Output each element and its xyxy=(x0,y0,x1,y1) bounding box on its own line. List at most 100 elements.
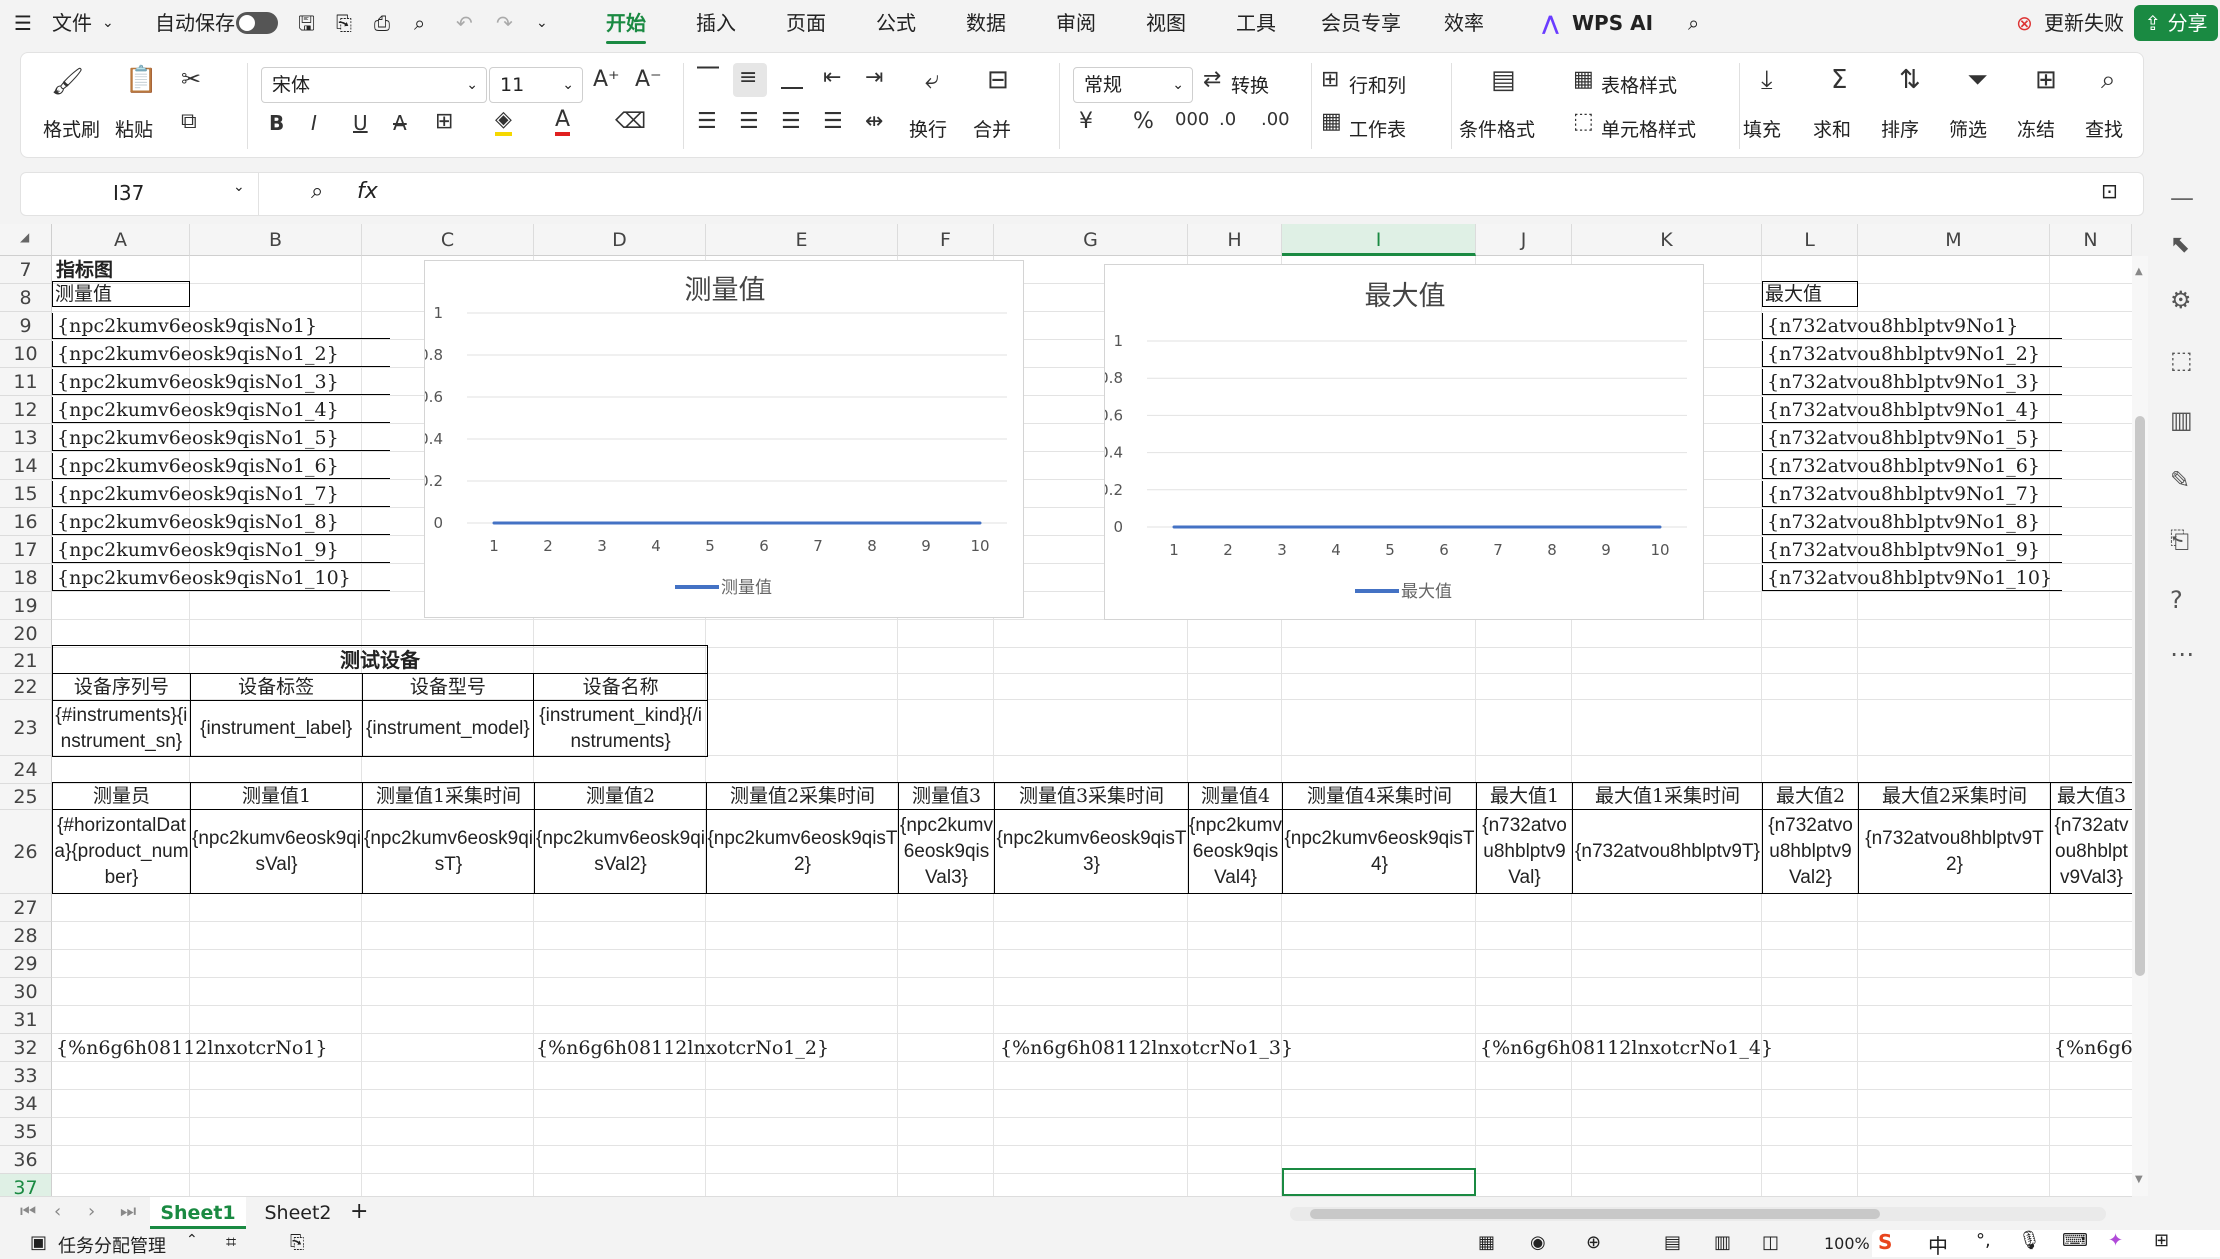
cell-row32-5[interactable]: {%n6g6h xyxy=(2054,1035,2132,1061)
row-header-15[interactable]: 15 xyxy=(0,480,52,508)
first-sheet-icon[interactable]: ⏮ xyxy=(20,1201,36,1222)
data-header-4[interactable]: 测量值2 xyxy=(534,782,707,810)
cell-max-4[interactable]: {n732atvou8hblptv9No1_4} xyxy=(1762,397,2062,423)
convert-label[interactable]: 转换 xyxy=(1231,71,1269,98)
percent-icon[interactable]: % xyxy=(1133,109,1154,134)
cond-format-icon[interactable]: ▤ xyxy=(1491,65,1516,95)
col-header-j[interactable]: J xyxy=(1476,224,1572,256)
sort-label[interactable]: 排序 xyxy=(1881,115,1919,142)
data-value-5[interactable]: {npc2kumv6eosk9qisT2} xyxy=(706,809,899,894)
row-header-25[interactable]: 25 xyxy=(0,784,52,810)
cell-row32-4[interactable]: {%n6g6h08112lnxotcrNo1_4} xyxy=(1480,1035,1773,1061)
zoom-level[interactable]: 100% xyxy=(1824,1234,1870,1253)
col-header-i[interactable]: I xyxy=(1282,224,1476,256)
chart-max[interactable]: 最大值 0 0.2 0.4 0.6 0.8 1 1 2 3 4 5 6 7 8 9 10 最大值 xyxy=(1099,264,1704,620)
row-header-8[interactable]: 8 xyxy=(0,284,52,312)
row-header-34[interactable]: 34 xyxy=(0,1090,52,1118)
more-icon[interactable]: ⋯ xyxy=(2170,640,2194,668)
border-icon[interactable]: ⊞ xyxy=(435,109,453,134)
cell-measure-9[interactable]: {npc2kumv6eosk9qisNo1_9} xyxy=(52,537,390,563)
macro-icon[interactable]: ⌗ xyxy=(226,1232,236,1253)
more-chevron-icon[interactable]: ⌄ xyxy=(536,8,548,38)
data-value-13[interactable]: {n732atvou8hblptv9T2} xyxy=(1858,809,2051,894)
cell-row32-1[interactable]: {%n6g6h08112lnxotcrNo1} xyxy=(56,1035,327,1061)
skin-icon[interactable]: ✦ xyxy=(2108,1230,2123,1251)
row-col-icon[interactable]: ⊞ xyxy=(1321,67,1339,92)
freeze-label[interactable]: 冻结 xyxy=(2017,115,2055,142)
data-header-10[interactable]: 最大值1 xyxy=(1476,782,1573,810)
reading-icon[interactable]: ◫ xyxy=(1762,1232,1779,1253)
equipment-header-4[interactable]: 设备名称 xyxy=(533,673,708,701)
undo-icon[interactable]: ↶ xyxy=(456,8,473,38)
normal-view-icon[interactable]: ▦ xyxy=(1478,1232,1495,1253)
book-icon[interactable]: ⎗ xyxy=(2170,526,2189,554)
chart-tool-icon[interactable]: ▥ xyxy=(2170,406,2193,434)
row-header-20[interactable]: 20 xyxy=(0,620,52,648)
data-value-2[interactable]: {npc2kumv6eosk9qisVal} xyxy=(190,809,363,894)
expand-formula-icon[interactable]: ⊡ xyxy=(2101,179,2118,203)
data-header-14[interactable]: 最大值3 xyxy=(2050,782,2132,810)
fill-color-icon[interactable]: ◈ xyxy=(495,107,512,136)
keyboard-icon[interactable]: ⌨ xyxy=(2062,1230,2088,1251)
vertical-scrollbar[interactable]: ▲ ▼ xyxy=(2132,256,2148,1196)
sort-icon[interactable]: ⇅ xyxy=(1899,65,1921,95)
align-top-icon[interactable]: ⎺ xyxy=(697,65,719,90)
row-header-16[interactable]: 16 xyxy=(0,508,52,536)
currency-icon[interactable]: ¥ xyxy=(1079,109,1093,134)
ime-mode[interactable]: 中 xyxy=(1928,1230,1948,1259)
sheet-tab-sheet2[interactable]: Sheet2 xyxy=(250,1197,346,1229)
format-painter-label[interactable]: 格式刷 xyxy=(43,115,100,142)
strikethrough-icon[interactable]: A xyxy=(393,111,407,135)
row-header-29[interactable]: 29 xyxy=(0,950,52,978)
row-header-33[interactable]: 33 xyxy=(0,1062,52,1090)
zoom-formula-icon[interactable]: ⌕ xyxy=(311,179,323,204)
row-header-13[interactable]: 13 xyxy=(0,424,52,452)
sheet-grid[interactable]: ◢ ABCDEFGHIJKLMN 7 8 9 10 11 12 13 14 15 16 17 18 19… xyxy=(0,224,2132,1196)
autosave-toggle[interactable] xyxy=(236,12,278,34)
col-header-f[interactable]: F xyxy=(898,224,994,256)
data-value-9[interactable]: {npc2kumv6eosk9qisT4} xyxy=(1282,809,1477,894)
col-header-m[interactable]: M xyxy=(1858,224,2050,256)
row-header-27[interactable]: 27 xyxy=(0,894,52,922)
tab-review[interactable]: 审阅 xyxy=(1056,8,1096,38)
print-icon[interactable]: ⎙ xyxy=(374,8,390,38)
cell-l8[interactable]: 最大值 xyxy=(1762,281,1858,307)
next-sheet-icon[interactable]: › xyxy=(88,1201,95,1222)
col-header-h[interactable]: H xyxy=(1188,224,1282,256)
layout-icon[interactable]: ⊕ xyxy=(1586,1232,1601,1253)
decimal-decrease-icon[interactable]: .00 xyxy=(1261,109,1290,130)
cell-a7[interactable]: 指标图 xyxy=(56,257,113,283)
table-style-label[interactable]: 表格样式 xyxy=(1601,71,1677,98)
data-header-3[interactable]: 测量值1采集时间 xyxy=(362,782,535,810)
frame-icon[interactable]: ⬚ xyxy=(2170,346,2193,374)
selected-cell[interactable] xyxy=(1282,1168,1476,1196)
cell-measure-2[interactable]: {npc2kumv6eosk9qisNo1_2} xyxy=(52,341,390,367)
data-header-7[interactable]: 测量值3采集时间 xyxy=(994,782,1189,810)
sheet-tab-sheet1[interactable]: Sheet1 xyxy=(150,1197,246,1229)
row-header-28[interactable]: 28 xyxy=(0,922,52,950)
col-header-c[interactable]: C xyxy=(362,224,534,256)
row-header-22[interactable]: 22 xyxy=(0,674,52,700)
row-header-11[interactable]: 11 xyxy=(0,368,52,396)
col-header-e[interactable]: E xyxy=(706,224,898,256)
underline-icon[interactable]: U xyxy=(353,111,368,135)
col-header-k[interactable]: K xyxy=(1572,224,1762,256)
italic-icon[interactable]: I xyxy=(311,111,317,135)
prev-sheet-icon[interactable]: ‹ xyxy=(54,1201,61,1222)
data-value-14[interactable]: {n732atvou8hblptv9Val3} xyxy=(2050,809,2132,894)
task-label[interactable]: 任务分配管理 xyxy=(58,1232,166,1258)
cell-max-6[interactable]: {n732atvou8hblptv9No1_6} xyxy=(1762,453,2062,479)
cell-max-8[interactable]: {n732atvou8hblptv9No1_8} xyxy=(1762,509,2062,535)
row-header-18[interactable]: 18 xyxy=(0,564,52,592)
add-sheet-icon[interactable]: + xyxy=(350,1199,368,1224)
filter-icon[interactable]: ⏷ xyxy=(1967,65,1988,96)
row-header-30[interactable]: 30 xyxy=(0,978,52,1006)
row-header-12[interactable]: 12 xyxy=(0,396,52,424)
col-header-a[interactable]: A xyxy=(52,224,190,256)
cell-measure-10[interactable]: {npc2kumv6eosk9qisNo1_10} xyxy=(52,565,390,591)
data-header-5[interactable]: 测量值2采集时间 xyxy=(706,782,899,810)
data-value-6[interactable]: {npc2kumv6eosk9qisVal3} xyxy=(898,809,995,894)
thousands-icon[interactable]: 000 xyxy=(1175,109,1209,130)
distribute-icon[interactable]: ⇹ xyxy=(865,109,883,134)
align-middle-icon[interactable]: ≡ xyxy=(739,65,757,90)
